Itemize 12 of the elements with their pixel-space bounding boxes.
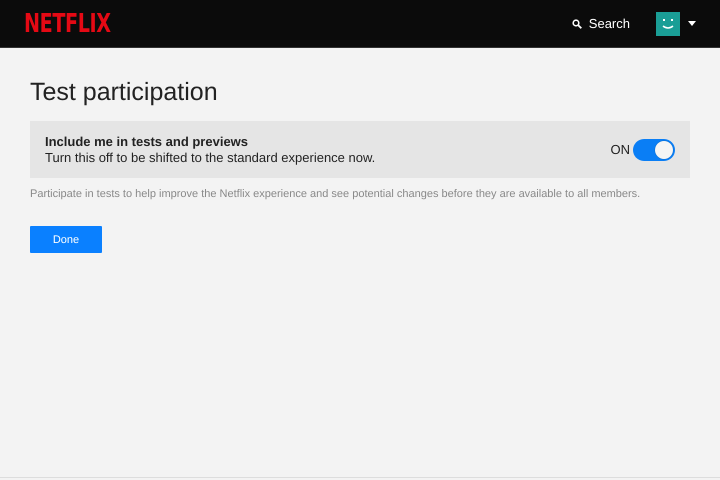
toggle-state-label: ON — [610, 142, 630, 157]
done-button[interactable]: Done — [30, 226, 102, 253]
setting-title: Include me in tests and previews — [45, 134, 250, 149]
page-title: Test participation — [30, 78, 219, 107]
description-text: Participate in tests to help improve the Netflix experience and see potential changes before they are available to all members. — [30, 188, 642, 200]
avatar-icon[interactable] — [656, 12, 680, 36]
caret-icon[interactable] — [688, 21, 696, 26]
toggle-switch[interactable] — [633, 138, 675, 160]
search-icon — [572, 18, 582, 28]
search-button[interactable]: Search — [572, 16, 630, 31]
netflix-logo[interactable]: NETFLIX — [24, 8, 111, 38]
setting-subtitle: Turn this off to be shifted to the standard experience now. — [45, 150, 376, 165]
